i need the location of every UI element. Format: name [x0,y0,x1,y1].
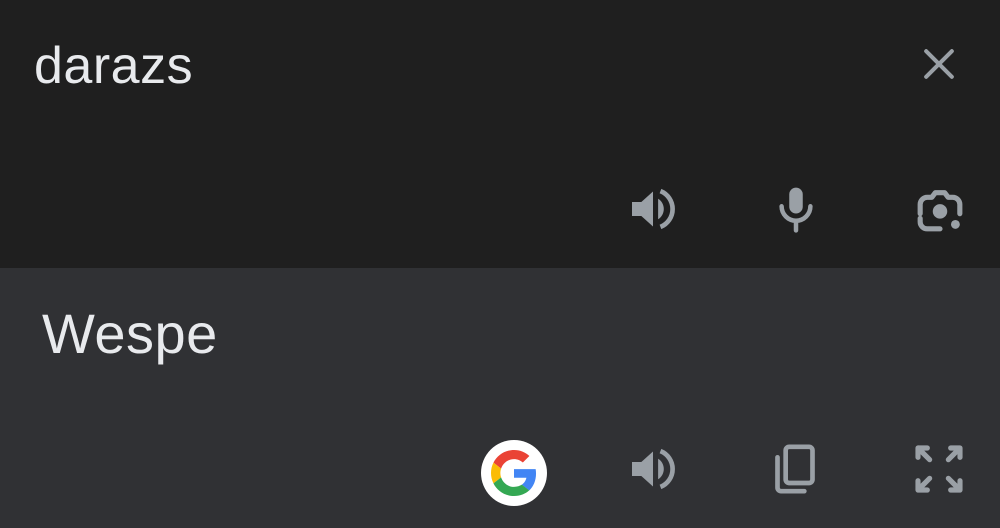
fullscreen-icon [915,445,963,493]
translate-card: darazs Wespe [0,0,1000,528]
source-panel: darazs [0,0,1000,268]
fullscreen-button[interactable] [903,433,975,505]
microphone-icon [779,187,813,233]
google-lens-icon [917,190,963,232]
translation-text: Wespe [42,302,218,365]
google-search-badge [481,440,547,506]
google-g-icon [491,450,537,496]
copy-translation-button[interactable] [759,433,831,505]
translation-panel: Wespe [0,268,1000,528]
source-listen-button[interactable] [617,173,689,245]
copy-icon [775,444,815,494]
speaker-icon [632,448,675,490]
close-icon [924,49,954,79]
source-text[interactable]: darazs [34,34,193,98]
camera-input-button[interactable] [904,173,976,245]
speaker-icon [632,188,675,230]
clear-input-button[interactable] [903,28,975,100]
translation-listen-button[interactable] [617,433,689,505]
google-search-button[interactable] [478,437,550,509]
voice-input-button[interactable] [760,173,832,245]
